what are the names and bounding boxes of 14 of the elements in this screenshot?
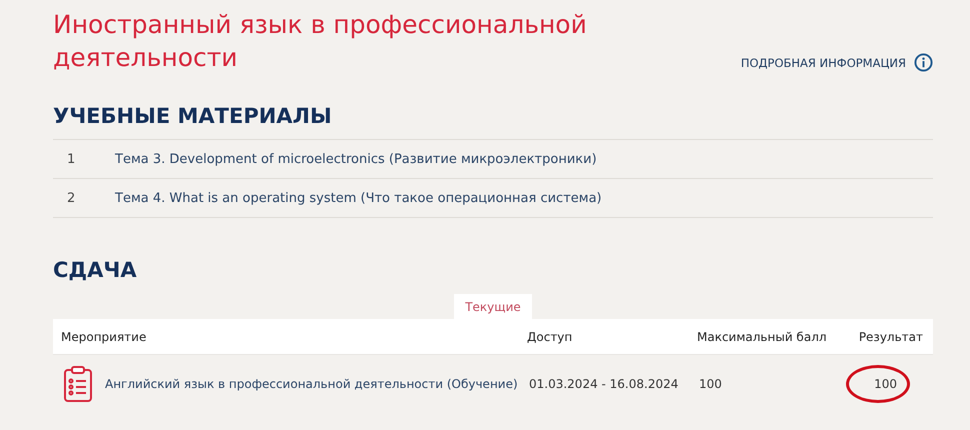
clipboard-icon <box>63 365 93 403</box>
material-link[interactable]: Тема 3. Development of microelectronics (Развитие микроэлектроники) <box>115 152 597 166</box>
result-value: 100 <box>874 377 897 391</box>
table-cell: 100 <box>689 355 833 413</box>
course-title: Иностранный язык в профессиональной деятельности <box>53 9 588 74</box>
section-heading: УЧЕБНЫЕ МАТЕРИАЛЫ <box>53 104 333 128</box>
info-link[interactable]: ПОДРОБНАЯ ИНФОРМАЦИЯ <box>740 53 933 72</box>
material-link[interactable]: Тема 4. What is an operating system (Что такое операционная система) <box>115 190 602 206</box>
info-icon <box>914 53 933 72</box>
table-cell: 01.03.2024 - 16.08.2024 <box>519 355 689 413</box>
row-number: 1 <box>66 152 76 166</box>
section-heading: СДАЧА <box>53 258 138 282</box>
tab[interactable]: Текущие <box>454 294 532 319</box>
row-number: 2 <box>66 190 76 206</box>
